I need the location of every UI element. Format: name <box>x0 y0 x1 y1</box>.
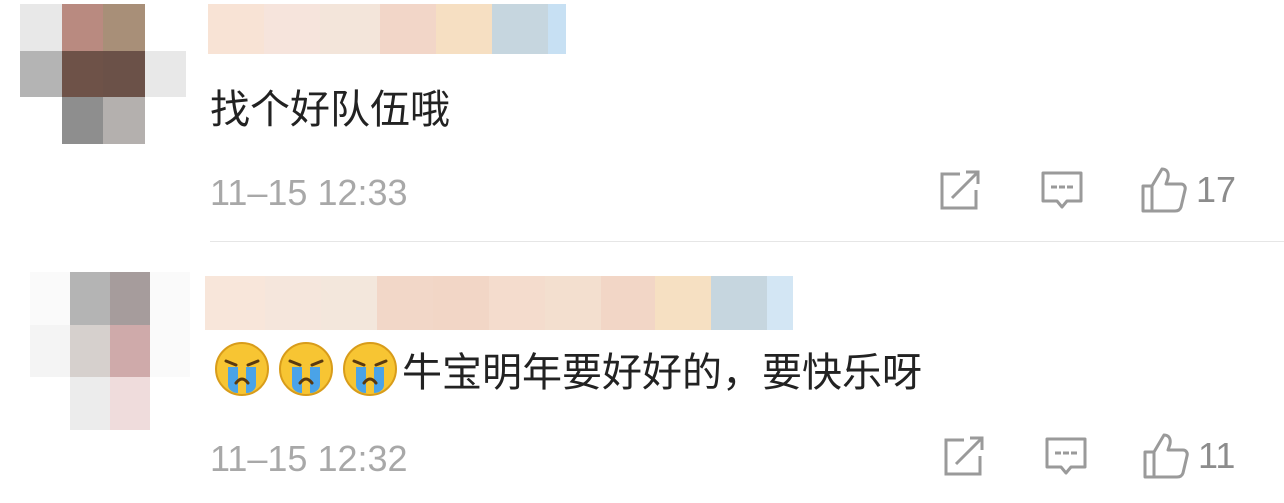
username-blurred[interactable] <box>205 276 793 330</box>
crying-face-emoji <box>278 341 334 397</box>
reply-button[interactable] <box>1040 170 1084 212</box>
like-button[interactable]: 17 <box>1140 166 1236 214</box>
like-count: 17 <box>1196 169 1237 210</box>
thumbs-up-icon <box>1143 433 1189 479</box>
comment-text: 找个好队伍哦 <box>210 78 450 134</box>
share-button[interactable] <box>938 170 982 212</box>
comment-body: 牛宝明年要好好的，要快乐呀 <box>402 350 922 396</box>
share-icon <box>944 436 984 476</box>
reply-button[interactable] <box>1044 436 1088 478</box>
comment-item: 找个好队伍哦 11–15 12:33 17 <box>0 0 1284 242</box>
comment-text: 牛宝明年要好好的，要快乐呀 <box>214 340 922 398</box>
comment-item: 牛宝明年要好好的，要快乐呀 11–15 12:32 11 <box>0 242 1284 503</box>
comment-icon <box>1045 437 1087 475</box>
comment-body: 找个好队伍哦 <box>210 87 450 133</box>
thumbs-up-icon <box>1141 167 1187 213</box>
avatar[interactable] <box>30 272 190 430</box>
comment-timestamp: 11–15 12:32 <box>210 438 408 479</box>
comment-icon <box>1041 171 1083 209</box>
username-blurred[interactable] <box>208 4 566 54</box>
avatar[interactable] <box>20 4 186 144</box>
crying-face-emoji <box>214 341 270 397</box>
share-icon <box>940 170 980 210</box>
like-count: 11 <box>1198 435 1236 476</box>
crying-face-emoji <box>342 341 398 397</box>
comment-timestamp: 11–15 12:33 <box>210 172 408 213</box>
like-button[interactable]: 11 <box>1142 432 1235 480</box>
share-button[interactable] <box>942 436 986 478</box>
